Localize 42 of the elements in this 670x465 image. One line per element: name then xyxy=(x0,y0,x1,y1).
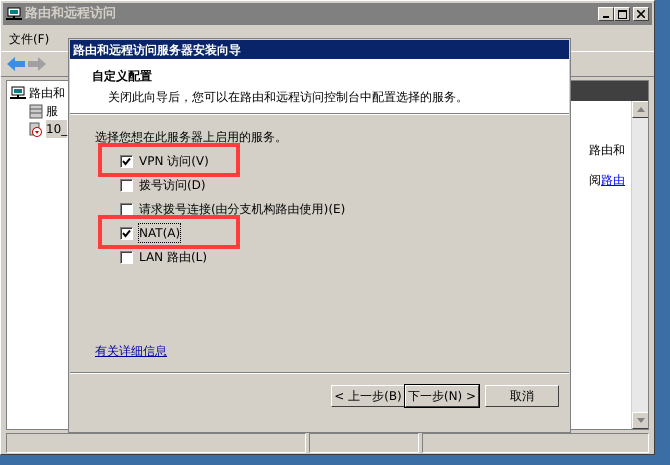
scroll-up-button[interactable] xyxy=(632,101,648,118)
checkmark-icon xyxy=(122,228,131,238)
scrollbar[interactable] xyxy=(631,101,648,429)
wizard-heading: 自定义配置 xyxy=(92,68,152,85)
checkbox[interactable] xyxy=(120,250,133,264)
server-alert-icon xyxy=(29,122,43,136)
checkbox[interactable] xyxy=(120,202,133,216)
tree-item[interactable]: 服 xyxy=(46,102,58,120)
window-title: 路由和远程访问 xyxy=(25,4,116,24)
checkbox-label[interactable]: 请求拨号连接(由分支机构路由使用)(E) xyxy=(139,200,346,218)
body-text: 路由和 xyxy=(589,142,625,159)
checkbox[interactable] xyxy=(120,178,133,192)
details-link[interactable]: 有关详细信息 xyxy=(95,342,167,360)
checkbox[interactable] xyxy=(120,154,133,168)
body-text: 阅 xyxy=(589,172,601,189)
scroll-down-button[interactable] xyxy=(632,412,648,429)
up-arrow-icon xyxy=(636,107,644,112)
checkbox[interactable] xyxy=(120,226,133,240)
dialog-title: 路由和远程访问服务器安装向导 xyxy=(73,42,241,58)
tree-item[interactable]: 路由和 xyxy=(29,84,65,102)
checkbox-label[interactable]: 拨号访问(D) xyxy=(139,176,206,194)
checkbox-label[interactable]: VPN 访问(V) xyxy=(139,152,209,170)
prompt-text: 选择您想在此服务器上启用的服务。 xyxy=(95,129,287,146)
wizard-button[interactable]: < 上一步(B) xyxy=(331,385,405,407)
checkmark-icon xyxy=(122,156,131,166)
checkbox-label[interactable]: NAT(A) xyxy=(139,224,180,242)
wizard-button[interactable]: 下一步(N) > xyxy=(405,385,479,407)
maximize-icon xyxy=(618,10,626,18)
minimize-button[interactable] xyxy=(598,7,614,21)
computer-icon xyxy=(10,86,26,100)
maximize-button[interactable] xyxy=(614,7,630,21)
help-link[interactable]: 路由 xyxy=(601,171,625,189)
close-button[interactable] xyxy=(633,7,649,21)
wizard-button[interactable]: 取消 xyxy=(485,385,559,407)
computer-icon xyxy=(6,7,22,21)
server-icon xyxy=(29,104,43,118)
close-icon xyxy=(637,10,645,18)
tree-item[interactable]: 10_ xyxy=(46,120,68,138)
down-arrow-icon xyxy=(636,418,644,423)
wizard-subtitle: 关闭此向导后，您可以在路由和远程访问控制台中配置选择的服务。 xyxy=(108,89,468,106)
menu-item[interactable]: 文件(F) xyxy=(9,30,50,48)
checkbox-label[interactable]: LAN 路由(L) xyxy=(139,248,208,266)
